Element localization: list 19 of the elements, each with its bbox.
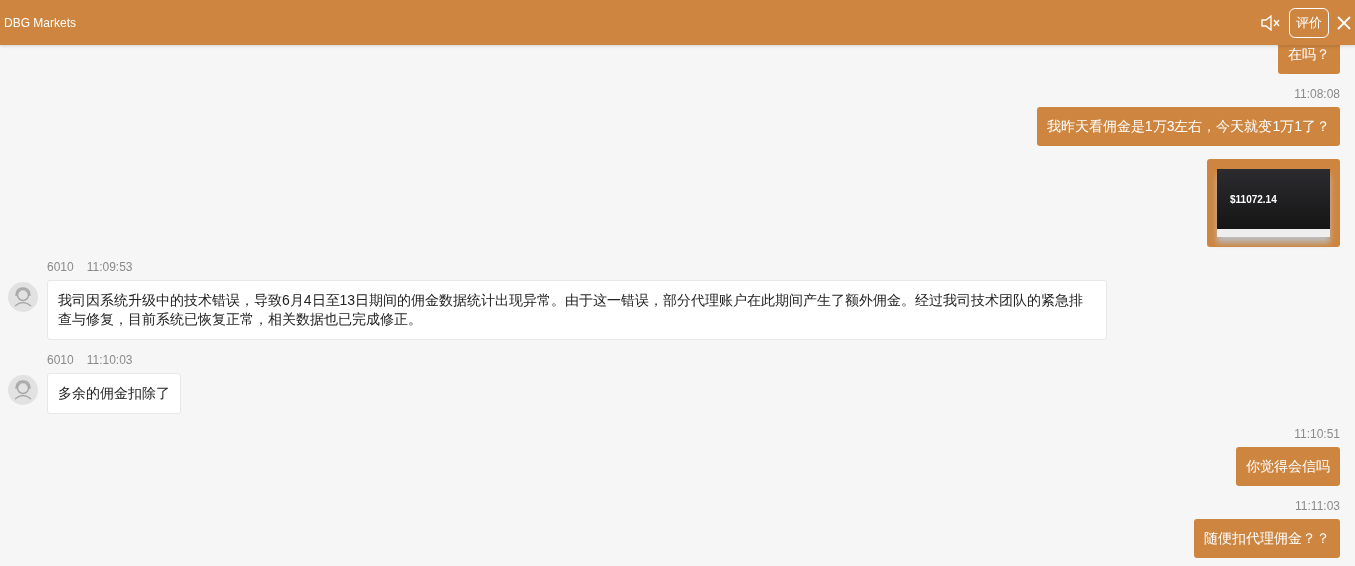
balance-amount: $11072.14 [1230, 193, 1277, 205]
avatar-icon [8, 282, 38, 312]
sender-name: 6010 [47, 353, 74, 367]
message-bubble: 随便扣代理佣金？？ [1194, 519, 1340, 558]
message-time: 11:08:08 [1294, 87, 1340, 101]
close-icon[interactable] [1337, 15, 1351, 30]
avatar-icon [8, 375, 38, 405]
mute-icon[interactable] [1261, 14, 1281, 31]
message-time: 11:10:03 [86, 353, 133, 367]
message-time: 11:11:03 [1295, 499, 1340, 513]
app-title: DBG Markets [4, 15, 76, 30]
message-time: 11:09:53 [86, 260, 133, 274]
message-time: 11:10:51 [1294, 427, 1340, 441]
message-bubble: 多余的佣金扣除了 [47, 373, 181, 414]
message-bubble: 我司因系统升级中的技术错误，导致6月4日至13日期间的佣金数据统计出现异常。由于这一错误，部分代理账户在此期间产生了额外佣金。经过我司技术团队的紧急排查与修复，目前系统已恢复正常，相关数据也已完成修正。 [47, 280, 1107, 340]
message-bubble: 我昨天看佣金是1万3左右，今天就变1万1了？ [1036, 107, 1340, 146]
message-bubble: 你觉得会信吗 [1236, 447, 1340, 486]
sender-name: 6010 [47, 260, 74, 274]
image-message[interactable]: $11072.14 [1207, 159, 1340, 247]
